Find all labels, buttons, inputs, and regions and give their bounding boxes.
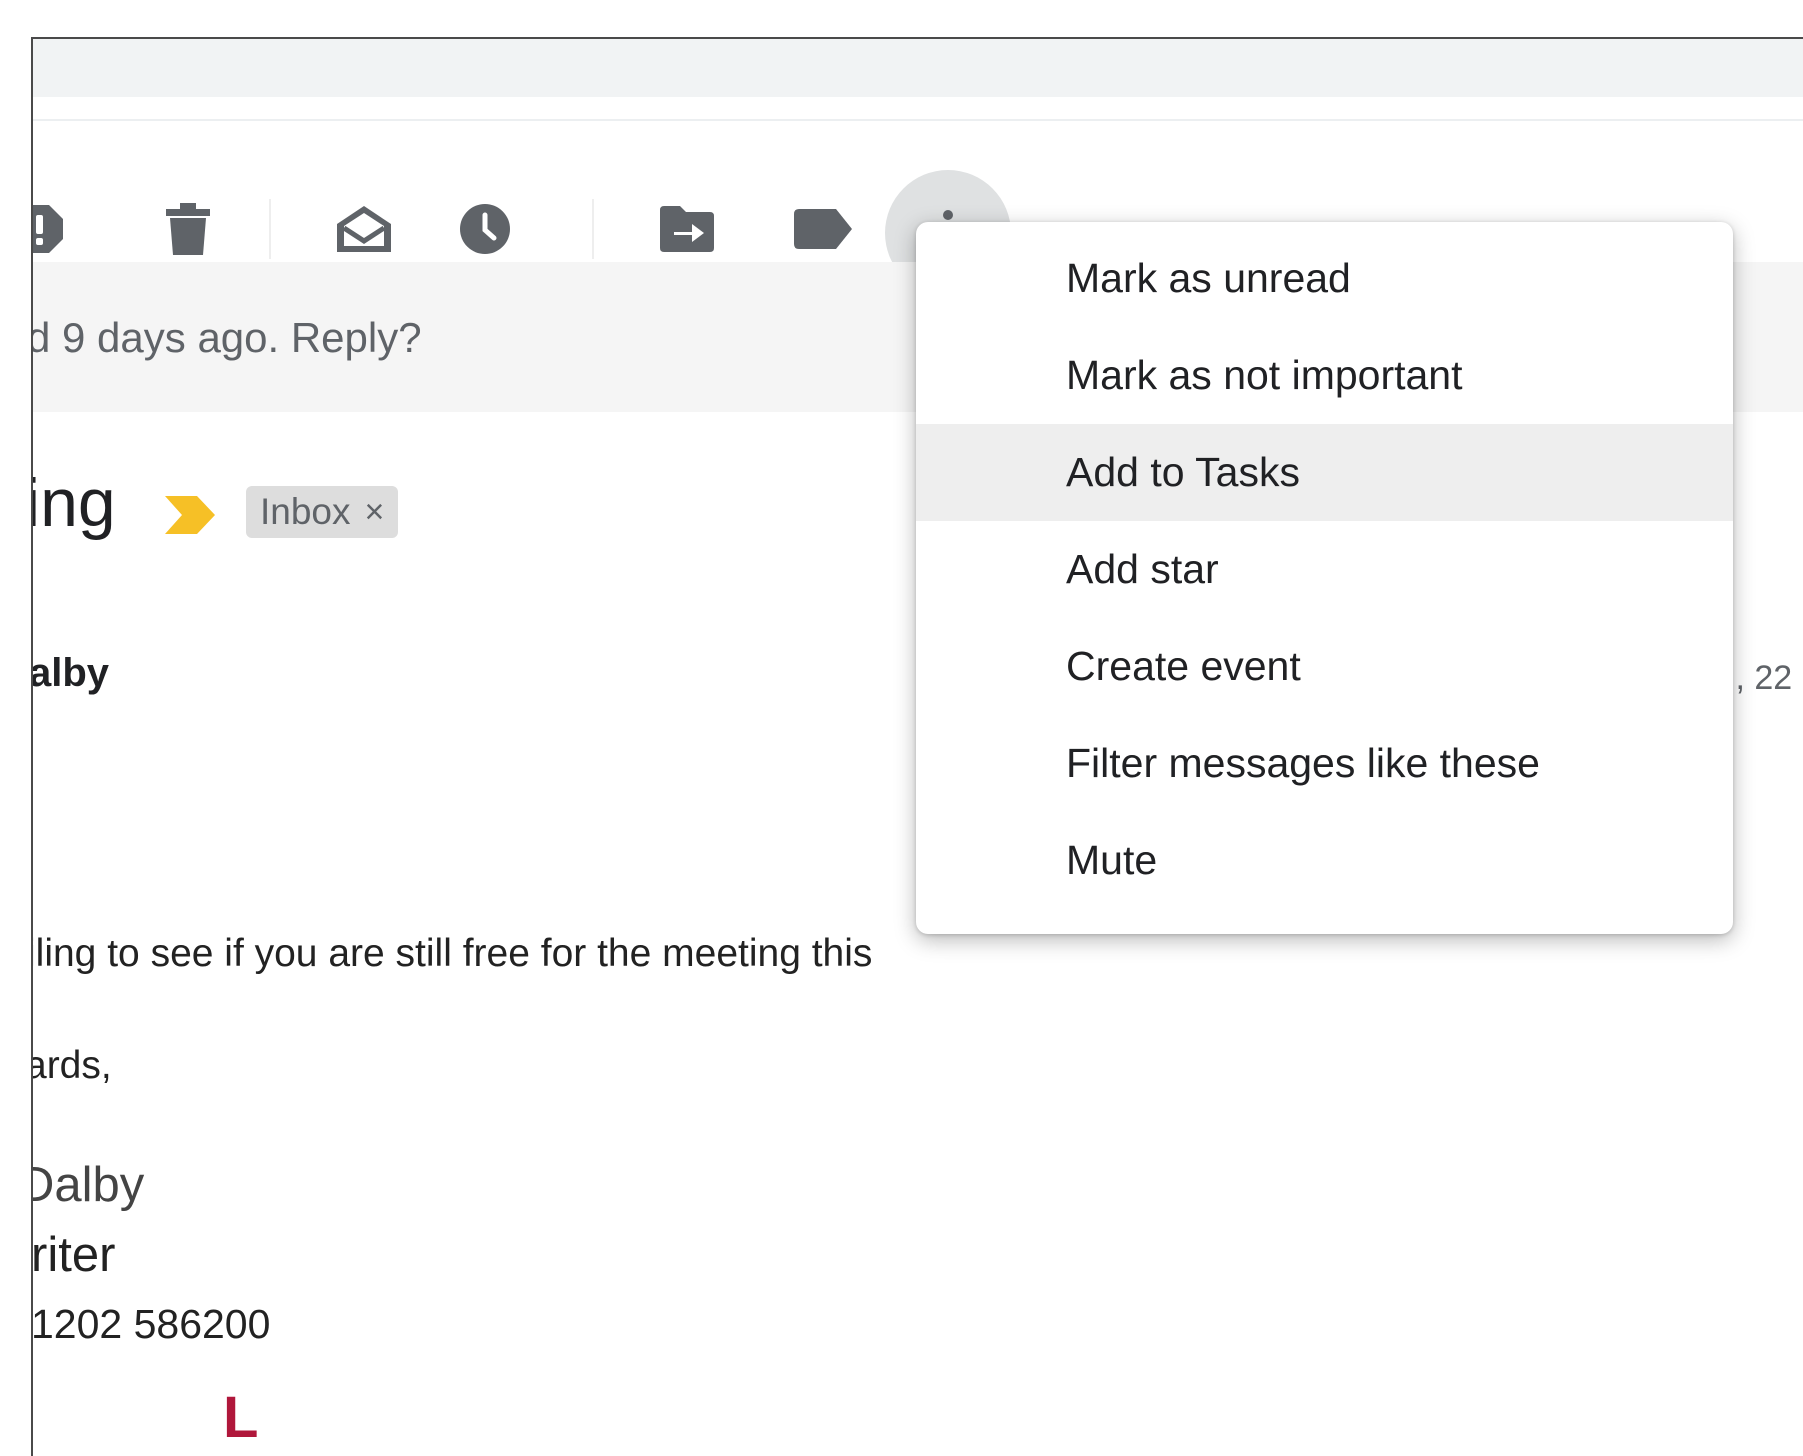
more-options-menu: Mark as unread Mark as not important Add t… bbox=[916, 222, 1733, 934]
signature-name: Dalby bbox=[31, 1158, 145, 1212]
message-regards: ards, bbox=[31, 1044, 112, 1087]
labels-icon bbox=[794, 209, 852, 249]
menu-item-label: Create event bbox=[1066, 643, 1301, 689]
menu-item-mark-as-not-important[interactable]: Mark as not important bbox=[916, 327, 1733, 424]
signature-logo: L bbox=[223, 1385, 259, 1450]
report-spam-icon bbox=[33, 205, 63, 253]
menu-item-label: Add to Tasks bbox=[1066, 449, 1300, 495]
move-to-icon bbox=[660, 206, 714, 252]
menu-item-filter-messages-like-these[interactable]: Filter messages like these bbox=[916, 715, 1733, 812]
move-to-button[interactable] bbox=[655, 197, 719, 261]
inbox-label-chip: Inbox × bbox=[246, 486, 399, 538]
sender-name: alby bbox=[31, 651, 110, 695]
remove-label-icon[interactable]: × bbox=[365, 495, 385, 529]
message-subject: ing bbox=[31, 465, 116, 541]
message-body-line: iling to see if you are still free for t… bbox=[31, 932, 873, 975]
menu-item-label: Mute bbox=[1066, 837, 1158, 883]
signature-phone: 1202 586200 bbox=[31, 1301, 271, 1347]
toolbar-divider bbox=[33, 119, 1803, 121]
important-marker[interactable] bbox=[165, 496, 215, 539]
message-date: ı, 22 bbox=[1726, 659, 1793, 697]
top-bar bbox=[33, 39, 1803, 97]
delete-button[interactable] bbox=[156, 197, 220, 261]
report-spam-button[interactable] bbox=[33, 197, 71, 261]
menu-item-mute[interactable]: Mute bbox=[916, 812, 1733, 909]
menu-item-add-star[interactable]: Add star bbox=[916, 521, 1733, 618]
toolbar-separator bbox=[592, 199, 594, 259]
snooze-button[interactable] bbox=[453, 197, 517, 261]
menu-item-label: Mark as unread bbox=[1066, 255, 1351, 301]
menu-item-add-to-tasks[interactable]: Add to Tasks bbox=[916, 424, 1733, 521]
label-text: Inbox bbox=[260, 491, 351, 532]
page: d 9 days ago. Reply? ing Inbox × alby ı,… bbox=[0, 0, 1803, 1456]
menu-item-mark-as-unread[interactable]: Mark as unread bbox=[916, 230, 1733, 327]
delete-icon bbox=[166, 203, 210, 255]
menu-item-label: Mark as not important bbox=[1066, 352, 1463, 398]
labels-button[interactable] bbox=[791, 197, 855, 261]
menu-item-create-event[interactable]: Create event bbox=[916, 618, 1733, 715]
snooze-icon bbox=[460, 204, 510, 254]
menu-item-label: Filter messages like these bbox=[1066, 740, 1540, 786]
importance-icon bbox=[165, 496, 215, 534]
signature-title: riter bbox=[31, 1228, 116, 1282]
mark-as-read-button[interactable] bbox=[332, 197, 396, 261]
toolbar-separator bbox=[269, 199, 271, 259]
menu-item-label: Add star bbox=[1066, 546, 1219, 592]
mark-as-read-icon bbox=[337, 206, 391, 252]
nudge-text[interactable]: d 9 days ago. Reply? bbox=[33, 314, 422, 362]
